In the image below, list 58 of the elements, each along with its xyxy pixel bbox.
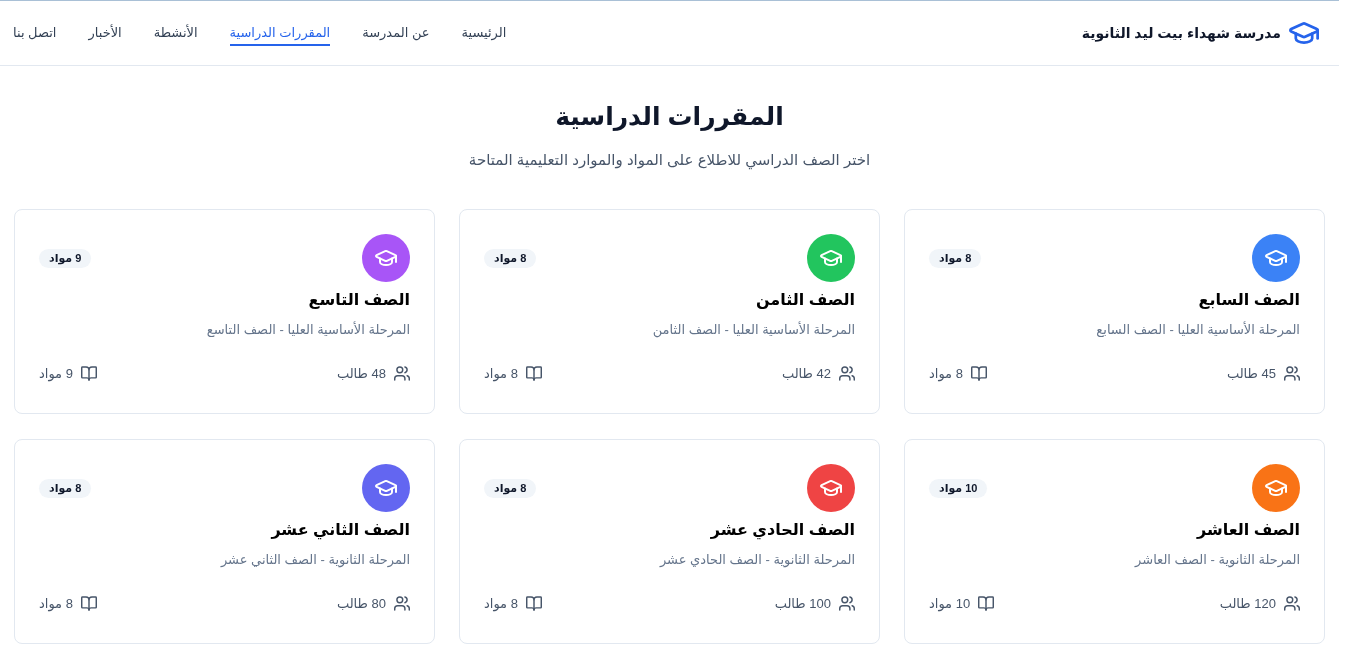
- students-count: 120 طالب: [1219, 596, 1276, 611]
- students-count: 48 طالب: [336, 366, 386, 381]
- grade-card[interactable]: 9 مواد الصف التاسع المرحلة الأساسية العليا - الصف التاسع 48 طالب 9 مواد: [14, 209, 435, 414]
- subjects-badge: 9 مواد: [39, 248, 92, 268]
- grade-name: الصف التاسع: [307, 290, 410, 311]
- grade-name: الصف العاشر: [1195, 520, 1300, 541]
- subjects-count: 10 مواد: [929, 596, 971, 611]
- grade-card[interactable]: 10 مواد الصف العاشر المرحلة الثانوية - الصف العاشر 120 طالب 10 مواد: [904, 439, 1325, 644]
- nav-link[interactable]: عن المدرسة: [362, 20, 430, 46]
- grade-stage: المرحلة الثانوية - الصف الحادي عشر: [658, 551, 855, 570]
- nav-link[interactable]: الرئيسية: [461, 20, 507, 46]
- students-count: 100 طالب: [774, 596, 831, 611]
- school-name: مدرسة شهداء بيت ليد الثانوية: [1081, 25, 1281, 41]
- grade-name: الصف الحادي عشر: [709, 520, 855, 542]
- subjects-badge: 10 مواد: [929, 478, 988, 498]
- grade-stage: المرحلة الثانوية - الصف الثاني عشر: [219, 551, 410, 570]
- book-icon: [970, 366, 987, 381]
- subjects-count: 8 مواد: [39, 596, 73, 611]
- nav-link[interactable]: المقررات الدراسية: [229, 20, 331, 46]
- book-icon: [978, 596, 995, 611]
- graduation-cap-icon: [1289, 22, 1319, 44]
- students-count: 42 طالب: [781, 366, 831, 381]
- grade-card[interactable]: 8 مواد الصف الثامن المرحلة الأساسية العليا - الصف الثامن 42 طالب 8 مواد: [459, 209, 880, 414]
- book-icon: [525, 366, 542, 381]
- users-icon: [394, 596, 410, 611]
- nav-link[interactable]: الأخبار: [88, 20, 122, 46]
- users-icon: [839, 596, 855, 611]
- subjects-badge: 8 مواد: [39, 478, 92, 498]
- book-icon: [80, 596, 97, 611]
- grade-card[interactable]: 8 مواد الصف السابع المرحلة الأساسية العليا - الصف السابع 45 طالب 8 مواد: [904, 209, 1325, 414]
- nav-link[interactable]: الأنشطة: [153, 20, 198, 46]
- grade-stage: المرحلة الأساسية العليا - الصف السابع: [1095, 320, 1300, 340]
- grade-stage: المرحلة الأساسية العليا - الصف الثامن: [651, 320, 855, 340]
- grade-name: الصف الثامن: [754, 290, 855, 311]
- subjects-badge: 8 مواد: [484, 248, 537, 268]
- users-icon: [839, 366, 855, 381]
- page-title: المقررات الدراسية: [554, 101, 785, 134]
- grade-card[interactable]: 8 مواد الصف الثاني عشر المرحلة الثانوية - الصف الثاني عشر 80 طالب 8 مواد: [14, 439, 435, 644]
- grade-name: الصف السابع: [1197, 290, 1300, 311]
- students-count: 80 طالب: [336, 596, 386, 611]
- grade-name: الصف الثاني عشر: [269, 520, 410, 542]
- subjects-count: 8 مواد: [484, 366, 518, 381]
- grade-card[interactable]: 8 مواد الصف الحادي عشر المرحلة الثانوية - الصف الحادي عشر 100 طالب 8 مواد: [459, 439, 880, 644]
- subjects-badge: 8 مواد: [929, 248, 982, 268]
- subjects-count: 8 مواد: [929, 366, 963, 381]
- users-icon: [1284, 366, 1300, 381]
- book-icon: [80, 366, 97, 381]
- subjects-count: 9 مواد: [39, 366, 73, 381]
- page-subtitle: اختر الصف الدراسي للاطلاع على المواد والموارد التعليمية المتاحة: [467, 150, 872, 170]
- subjects-count: 8 مواد: [484, 596, 518, 611]
- book-icon: [525, 596, 542, 611]
- grade-stage: المرحلة الثانوية - الصف العاشر: [1133, 551, 1300, 570]
- users-icon: [394, 366, 410, 381]
- students-count: 45 طالب: [1226, 366, 1276, 381]
- users-icon: [1284, 596, 1300, 611]
- grade-stage: المرحلة الأساسية العليا - الصف التاسع: [205, 320, 410, 340]
- nav-link[interactable]: اتصل بنا: [13, 20, 57, 46]
- subjects-badge: 8 مواد: [484, 478, 537, 498]
